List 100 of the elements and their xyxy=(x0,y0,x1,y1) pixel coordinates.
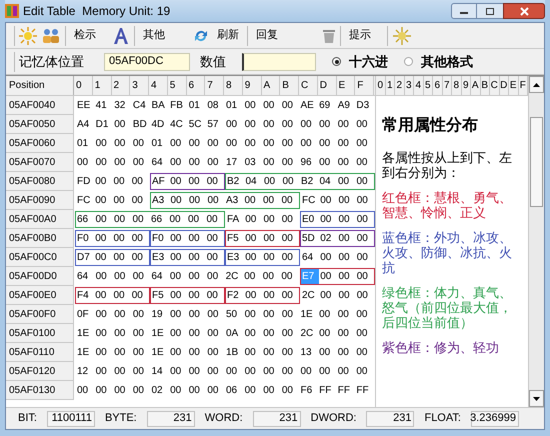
hex-cell[interactable]: A3 xyxy=(225,193,244,208)
hex-cell[interactable]: 00 xyxy=(280,326,300,341)
hex-cell[interactable]: F0 xyxy=(76,231,94,246)
hex-cell[interactable]: FF xyxy=(336,383,356,398)
hex-cell[interactable]: 03 xyxy=(244,155,262,170)
hex-cell[interactable]: B2 xyxy=(300,174,318,189)
hex-cell[interactable]: BD xyxy=(132,117,150,132)
hex-cell[interactable]: 00 xyxy=(300,136,318,151)
radio-button[interactable] xyxy=(404,57,413,66)
toolbar-button[interactable]: 检示 xyxy=(70,27,100,44)
hex-cell[interactable]: 00 xyxy=(94,212,113,227)
hex-cell[interactable]: 00 xyxy=(112,288,131,303)
hex-cell[interactable]: 00 xyxy=(94,269,114,284)
value-field[interactable] xyxy=(242,52,316,70)
hex-cell[interactable]: 00 xyxy=(280,117,300,132)
hex-cell[interactable]: 00 xyxy=(338,231,356,246)
hex-cell[interactable]: 00 xyxy=(262,193,280,208)
hex-cell[interactable]: 00 xyxy=(244,345,262,360)
hex-cell[interactable]: 1E xyxy=(300,307,318,322)
hex-cell[interactable]: 00 xyxy=(113,307,132,322)
hex-cell[interactable]: E3 xyxy=(151,250,170,265)
hex-cell[interactable]: 00 xyxy=(262,155,281,170)
hex-cell[interactable]: 00 xyxy=(94,364,114,379)
hex-cell[interactable]: 00 xyxy=(113,136,132,151)
hex-cell[interactable]: 00 xyxy=(169,288,188,303)
hex-cell[interactable]: 00 xyxy=(244,307,262,322)
hex-cell[interactable]: 00 xyxy=(355,117,374,132)
radio-label[interactable]: 十六进 xyxy=(349,52,388,72)
hex-cell[interactable]: E0 xyxy=(301,212,320,227)
hex-cell[interactable]: 00 xyxy=(280,383,300,398)
hex-cell[interactable]: 00 xyxy=(206,307,225,322)
hex-cell[interactable]: 2C xyxy=(301,288,320,303)
hex-cell[interactable]: 00 xyxy=(188,383,206,398)
hex-cell[interactable]: 00 xyxy=(206,326,225,341)
hex-cell[interactable]: 04 xyxy=(244,174,263,189)
hex-cell[interactable]: 00 xyxy=(225,136,244,151)
hex-cell[interactable]: 00 xyxy=(188,307,206,322)
hex-cell[interactable]: 00 xyxy=(244,326,262,341)
hex-cell[interactable]: 00 xyxy=(206,231,224,246)
hex-cell[interactable]: 17 xyxy=(225,155,244,170)
hex-cell[interactable]: 00 xyxy=(280,155,300,170)
hex-cell[interactable]: 00 xyxy=(338,212,356,227)
hex-cell[interactable]: 1E xyxy=(150,326,170,341)
hex-cell[interactable]: 00 xyxy=(262,307,281,322)
hex-cell[interactable]: 00 xyxy=(132,326,150,341)
hex-cell[interactable]: 00 xyxy=(318,326,337,341)
hex-cell[interactable]: 66 xyxy=(150,212,168,227)
hex-cell[interactable]: FB xyxy=(169,98,188,113)
hex-cell[interactable]: 00 xyxy=(188,155,206,170)
address-field[interactable]: 05AF00DC xyxy=(104,52,190,70)
hex-cell[interactable]: 00 xyxy=(280,231,299,246)
hex-cell[interactable]: 12 xyxy=(76,364,95,379)
hex-cell[interactable]: 5D xyxy=(301,231,320,246)
hex-cell[interactable]: 00 xyxy=(356,212,374,227)
hex-cell[interactable]: 00 xyxy=(319,193,338,208)
hex-cell[interactable]: 00 xyxy=(169,345,188,360)
hex-cell[interactable]: 64 xyxy=(301,250,320,265)
hex-cell[interactable]: 50 xyxy=(225,307,244,322)
hex-cell[interactable]: 57 xyxy=(206,117,225,132)
hex-cell[interactable]: 00 xyxy=(280,250,299,265)
hex-cell[interactable]: 00 xyxy=(338,250,356,265)
hex-cell[interactable]: B2 xyxy=(226,174,244,189)
hex-cell[interactable]: 00 xyxy=(243,269,262,284)
minimize-button[interactable] xyxy=(451,3,477,19)
hex-cell[interactable]: 00 xyxy=(244,193,262,208)
hex-cell[interactable]: 32 xyxy=(113,98,132,113)
hex-cell[interactable]: 01 xyxy=(225,98,244,113)
hex-cell[interactable]: 00 xyxy=(206,155,225,170)
hex-cell[interactable]: 00 xyxy=(206,383,225,398)
hex-cell[interactable]: 02 xyxy=(150,383,170,398)
hex-cell[interactable]: 02 xyxy=(319,231,338,246)
hex-cell[interactable]: 00 xyxy=(280,136,300,151)
hex-cell[interactable]: 00 xyxy=(262,269,280,284)
hex-cell[interactable]: 69 xyxy=(318,98,337,113)
hex-cell[interactable]: 0F xyxy=(76,307,95,322)
hex-cell[interactable]: 00 xyxy=(113,212,132,227)
hex-cell[interactable]: 00 xyxy=(188,345,206,360)
hex-cell[interactable]: 00 xyxy=(262,98,281,113)
hex-cell[interactable]: 00 xyxy=(280,345,300,360)
hex-cell[interactable]: F6 xyxy=(300,383,318,398)
hex-cell[interactable]: 00 xyxy=(112,250,131,265)
hex-cell[interactable]: 00 xyxy=(94,174,112,189)
hex-cell[interactable]: 14 xyxy=(150,364,170,379)
hex-cell[interactable]: 00 xyxy=(244,288,262,303)
hex-cell[interactable]: 00 xyxy=(206,269,225,284)
hex-cell[interactable]: 00 xyxy=(355,326,374,341)
hex-cell[interactable]: 00 xyxy=(244,364,262,379)
hex-cell[interactable]: D3 xyxy=(355,98,374,113)
hex-cell[interactable]: 00 xyxy=(113,326,132,341)
hex-cell[interactable]: 01 xyxy=(188,98,206,113)
hex-cell[interactable]: 00 xyxy=(113,345,132,360)
hex-cell[interactable]: D1 xyxy=(94,117,114,132)
hex-cell[interactable]: 00 xyxy=(262,364,281,379)
hex-cell[interactable]: D7 xyxy=(76,250,94,265)
hex-cell[interactable]: 00 xyxy=(244,98,262,113)
hex-cell[interactable]: 00 xyxy=(262,326,281,341)
hex-cell[interactable]: 00 xyxy=(318,136,337,151)
hex-cell[interactable]: FF xyxy=(355,383,374,398)
hex-cell[interactable]: 00 xyxy=(262,136,281,151)
hex-cell[interactable]: 00 xyxy=(187,269,206,284)
